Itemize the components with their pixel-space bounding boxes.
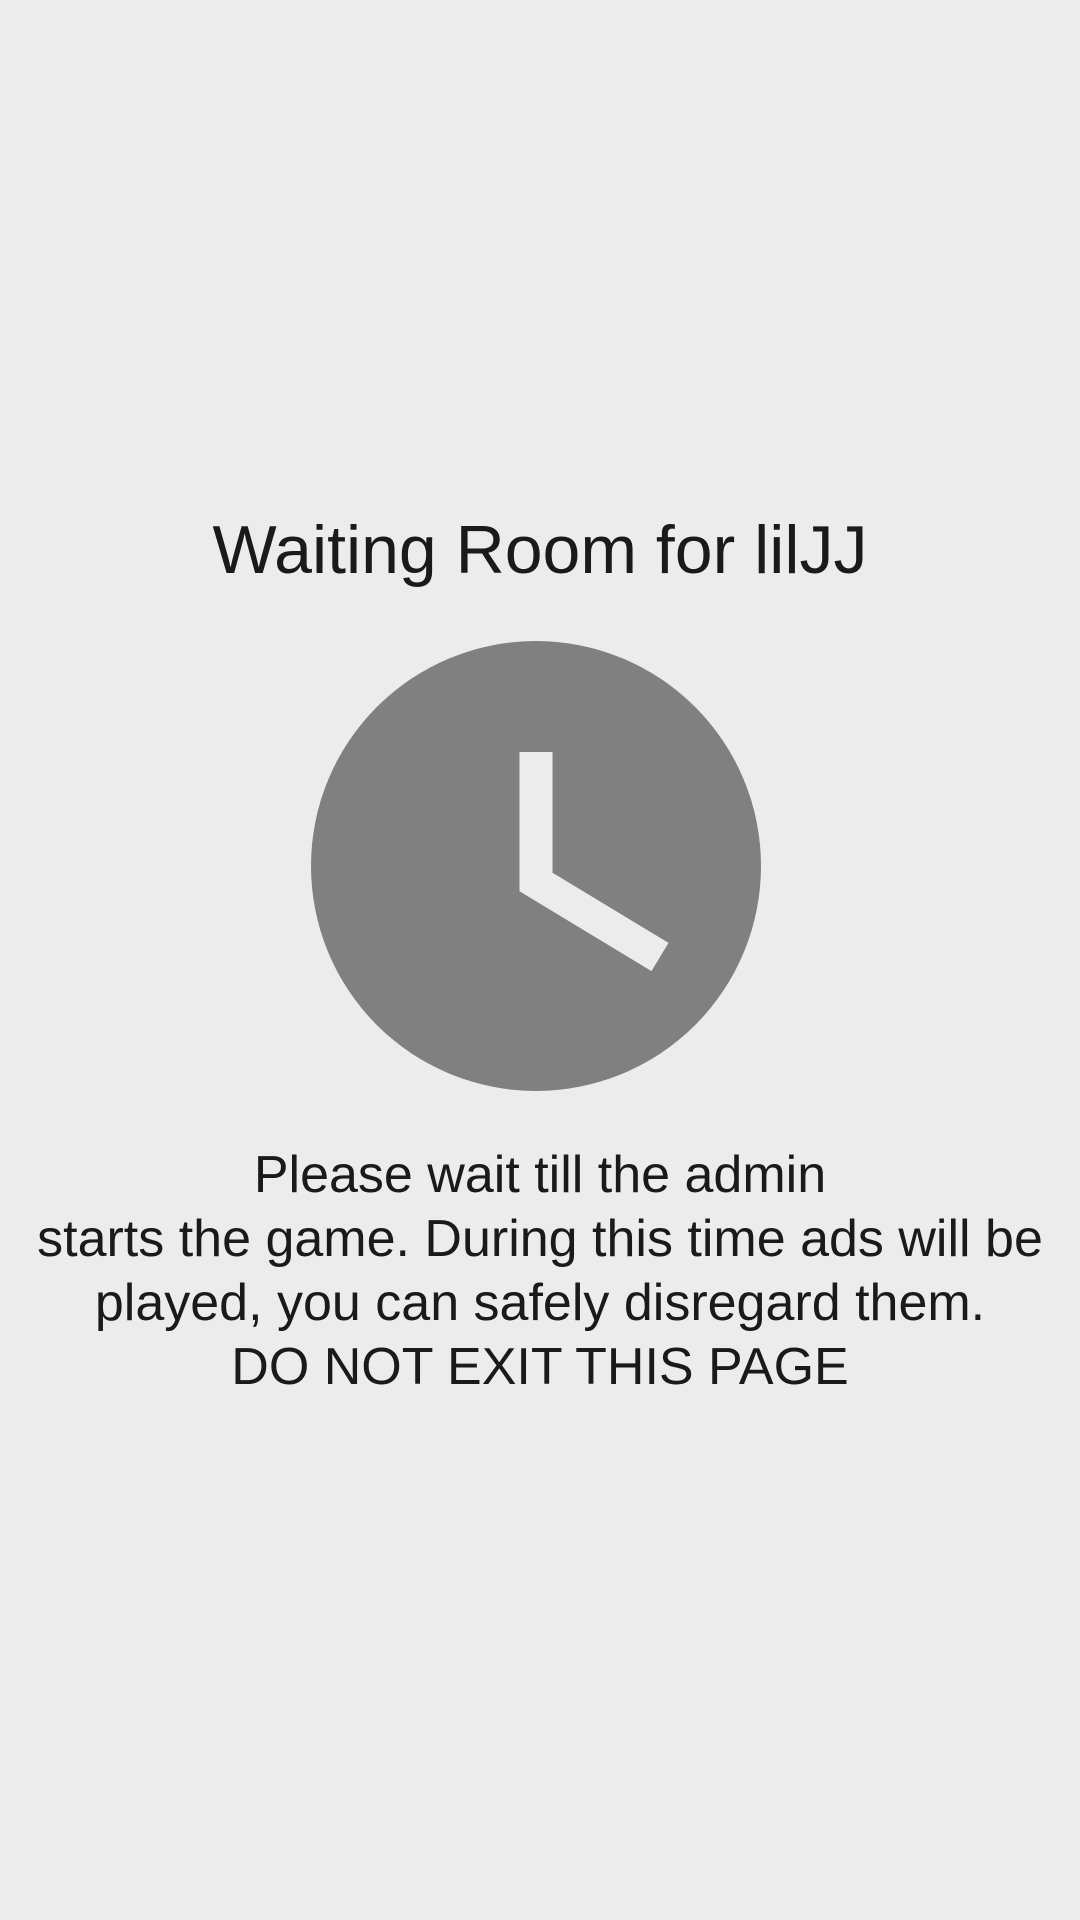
waiting-room-screen: Waiting Room for lilJJ Please wait till …: [0, 0, 1080, 1920]
clock-icon: [311, 641, 761, 1091]
page-title: Waiting Room for lilJJ: [212, 512, 868, 588]
message-line: played, you can safely disregard them.: [94, 1274, 986, 1332]
warning-line: DO NOT EXIT THIS PAGE: [231, 1338, 849, 1396]
waiting-message: Please wait till the admin starts the ga…: [0, 1143, 1080, 1399]
message-line: Please wait till the admin: [253, 1146, 827, 1204]
message-line: starts the game. During this time ads wi…: [37, 1210, 1043, 1268]
